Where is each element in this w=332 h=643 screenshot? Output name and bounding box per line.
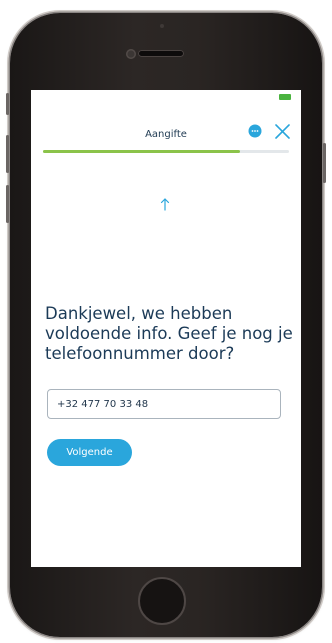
battery-icon — [279, 94, 291, 100]
stage: Aangifte Dankjewel, we hebben voldoende … — [0, 0, 332, 643]
sensor-dot — [160, 24, 164, 28]
earpiece-speaker — [138, 50, 184, 57]
up-arrow-icon[interactable] — [159, 197, 171, 211]
progress-bar — [43, 150, 289, 153]
question-text: Dankjewel, we hebben voldoende info. Gee… — [45, 304, 293, 363]
volume-up-button — [6, 135, 9, 173]
close-icon[interactable] — [274, 123, 291, 140]
chat-bubble-icon[interactable] — [248, 124, 262, 138]
mute-switch — [6, 93, 9, 115]
phone-number-input[interactable] — [47, 389, 281, 419]
next-button[interactable]: Volgende — [47, 439, 132, 466]
power-button — [323, 143, 326, 183]
home-button[interactable] — [138, 577, 186, 625]
progress-bar-fill — [43, 150, 240, 153]
front-camera — [126, 49, 136, 59]
phone-frame: Aangifte Dankjewel, we hebben voldoende … — [6, 13, 326, 637]
volume-down-button — [6, 185, 9, 223]
app-screen: Aangifte Dankjewel, we hebben voldoende … — [31, 90, 301, 567]
